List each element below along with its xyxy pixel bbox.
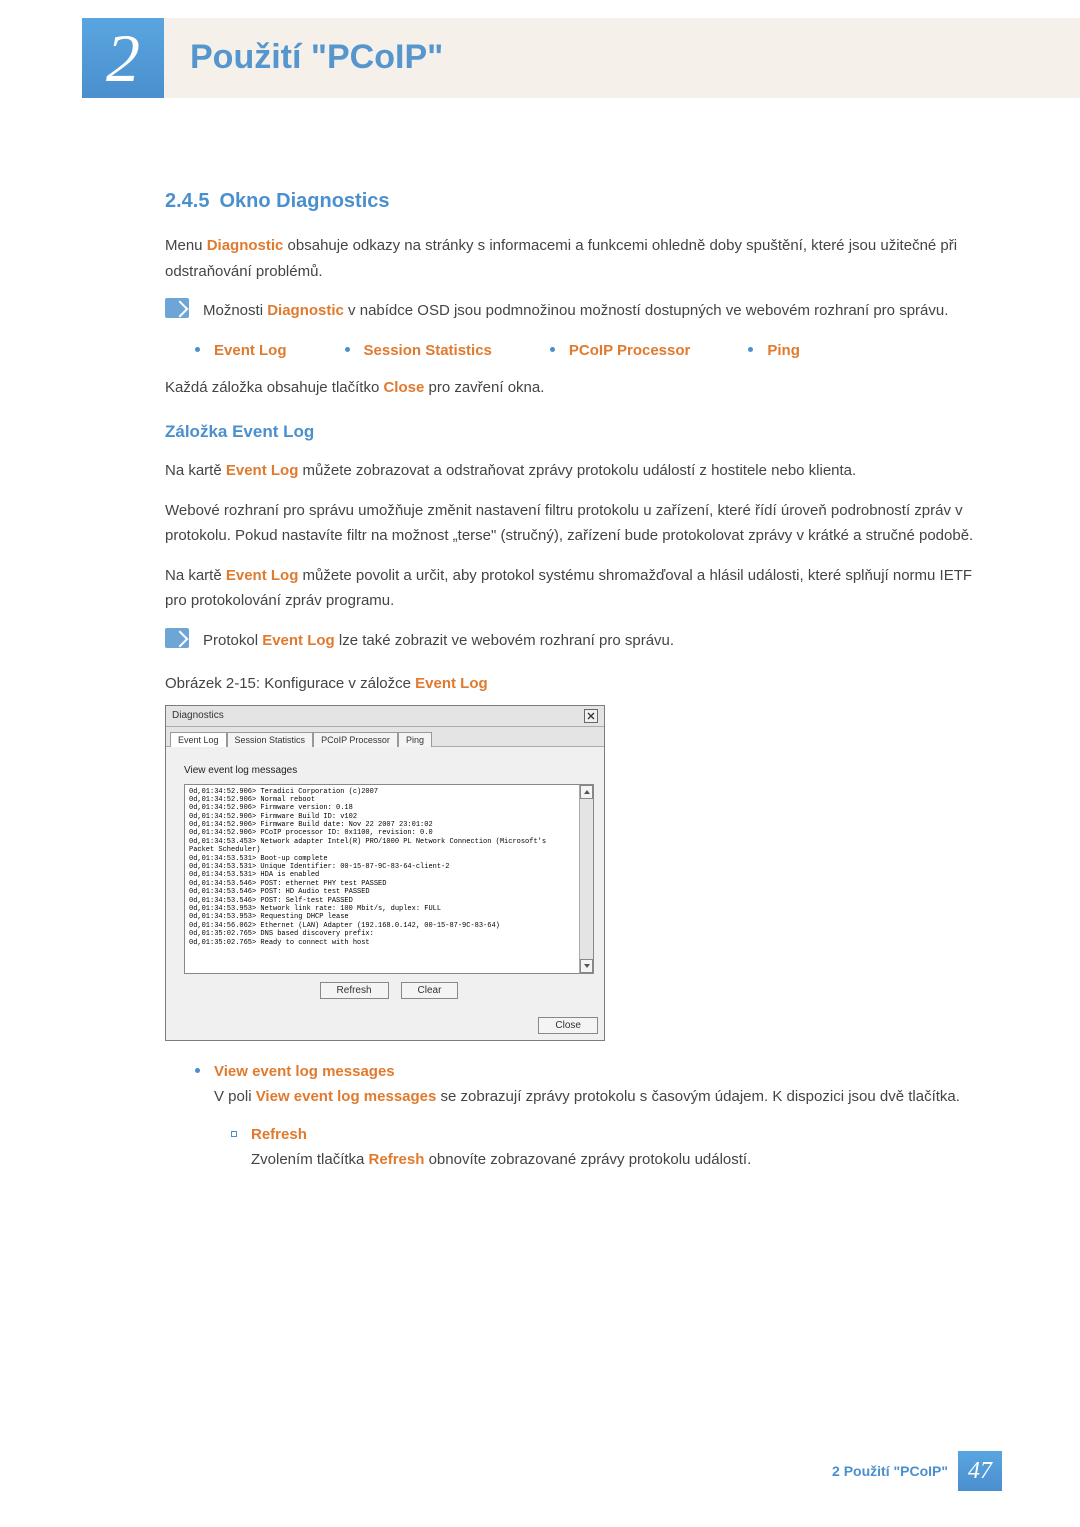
- clear-button[interactable]: Clear: [401, 982, 459, 999]
- log-content: 0d,01:34:52.906> Teradici Corporation (c…: [185, 785, 579, 973]
- scrollbar[interactable]: [579, 785, 593, 973]
- sub-bullet-content: Refresh Zvolením tlačítka Refresh obnoví…: [251, 1122, 985, 1173]
- window-title: Diagnostics: [172, 710, 224, 721]
- window-body: View event log messages 0d,01:34:52.906>…: [166, 747, 604, 1011]
- note-1: Možnosti Diagnostic v nabídce OSD jsou p…: [165, 298, 985, 324]
- tab-event-log[interactable]: Event Log: [170, 732, 227, 747]
- tab-item: PCoIP Processor: [550, 342, 690, 359]
- tab-item: Event Log: [195, 342, 287, 359]
- close-note: Každá záložka obsahuje tlačítko Close pr…: [165, 375, 985, 401]
- view-log-label: View event log messages: [184, 765, 594, 776]
- note-text: Protokol Event Log lze také zobrazit ve …: [203, 628, 985, 654]
- sub-bullet-title: Refresh: [251, 1122, 985, 1148]
- note-2: Protokol Event Log lze také zobrazit ve …: [165, 628, 985, 654]
- window-footer: Close: [166, 1011, 604, 1040]
- section-number: 2.4.5: [165, 190, 209, 212]
- section-title: Okno Diagnostics: [219, 190, 389, 212]
- log-textarea[interactable]: 0d,01:34:52.906> Teradici Corporation (c…: [184, 784, 594, 974]
- tab-session-statistics[interactable]: Session Statistics: [227, 732, 314, 747]
- event-log-para-1: Na kartě Event Log můžete zobrazovat a o…: [165, 458, 985, 484]
- footer-chapter-label: 2 Použití "PCoIP": [832, 1463, 948, 1479]
- page-content: 2.4.5 Okno Diagnostics Menu Diagnostic ob…: [165, 190, 985, 1179]
- scroll-down-button[interactable]: [580, 959, 593, 973]
- chevron-down-icon: [584, 964, 590, 968]
- note-icon: [165, 628, 189, 648]
- bullet-dot: [550, 347, 555, 352]
- bullet-content: View event log messages V poli View even…: [214, 1059, 985, 1110]
- window-tabs: Event Log Session Statistics PCoIP Proce…: [166, 727, 604, 747]
- bullet-view-messages: View event log messages V poli View even…: [195, 1059, 985, 1110]
- bullet-dot: [345, 347, 350, 352]
- bullet-dot: [748, 347, 753, 352]
- sub-bullet-refresh: Refresh Zvolením tlačítka Refresh obnoví…: [231, 1122, 985, 1173]
- bullet-dot: [195, 347, 200, 352]
- note-text: Možnosti Diagnostic v nabídce OSD jsou p…: [203, 298, 985, 324]
- window-titlebar: Diagnostics: [166, 706, 604, 727]
- event-log-para-2: Webové rozhraní pro správu umožňuje změn…: [165, 498, 985, 549]
- diagnostics-window: Diagnostics Event Log Session Statistics…: [165, 705, 605, 1041]
- tab-item: Session Statistics: [345, 342, 492, 359]
- close-button[interactable]: Close: [538, 1017, 598, 1034]
- log-button-row: Refresh Clear: [184, 982, 594, 999]
- chapter-title: Použití "PCoIP": [190, 38, 443, 77]
- event-log-para-3: Na kartě Event Log můžete povolit a urči…: [165, 563, 985, 614]
- tab-item: Ping: [748, 342, 800, 359]
- footer-page-number: 47: [958, 1451, 1002, 1491]
- chevron-up-icon: [584, 790, 590, 794]
- intro-paragraph: Menu Diagnostic obsahuje odkazy na strán…: [165, 233, 985, 284]
- tab-pcoip-processor[interactable]: PCoIP Processor: [313, 732, 398, 747]
- window-close-button[interactable]: [584, 709, 598, 723]
- square-bullet: [231, 1131, 237, 1137]
- close-icon: [587, 712, 595, 720]
- chapter-number-badge: 2: [82, 18, 164, 98]
- scroll-up-button[interactable]: [580, 785, 593, 799]
- tab-ping[interactable]: Ping: [398, 732, 432, 747]
- bullet-dot: [195, 1068, 200, 1073]
- subheading-event-log: Záložka Event Log: [165, 422, 985, 442]
- page-footer: 2 Použití "PCoIP" 47: [0, 1451, 1080, 1491]
- section-heading: 2.4.5 Okno Diagnostics: [165, 190, 985, 213]
- refresh-button[interactable]: Refresh: [320, 982, 389, 999]
- figure-caption: Obrázek 2-15: Konfigurace v záložce Even…: [165, 671, 985, 697]
- bullet-title: View event log messages: [214, 1059, 985, 1085]
- diagnostic-tab-list: Event Log Session Statistics PCoIP Proce…: [195, 342, 985, 359]
- note-icon: [165, 298, 189, 318]
